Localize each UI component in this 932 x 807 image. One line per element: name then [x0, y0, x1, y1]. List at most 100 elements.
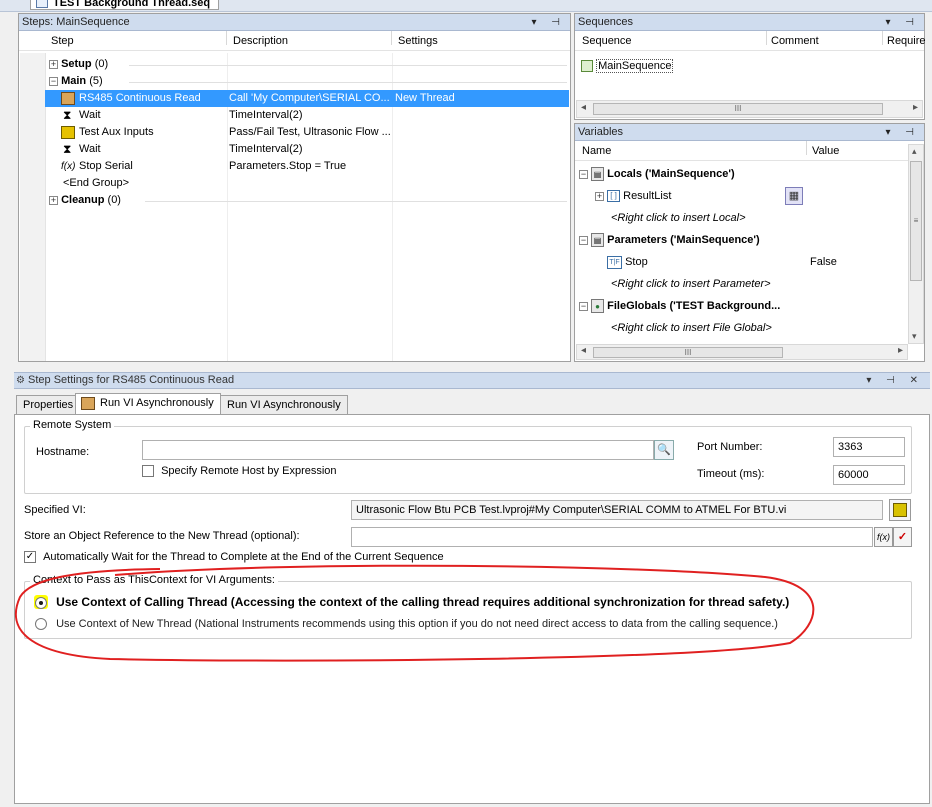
scroll-thumb[interactable]: III: [593, 347, 783, 358]
group-main[interactable]: − Main (5): [49, 73, 103, 90]
step-row[interactable]: ⧗ Wait TimeInterval(2): [45, 107, 569, 124]
column-requirements[interactable]: Require: [887, 31, 926, 51]
scroll-down-icon[interactable]: ▾: [912, 331, 917, 342]
parameters-node[interactable]: − ▤ Parameters ('MainSequence'): [579, 232, 760, 249]
store-reference-label: Store an Object Reference to the New Thr…: [24, 530, 300, 542]
step-row[interactable]: ⧗ Wait TimeInterval(2): [45, 141, 569, 158]
panel-menu-pin-icons[interactable]: ▾ ⊣: [885, 14, 920, 31]
context-calling-thread-radio[interactable]: Use Context of Calling Thread (Accessing…: [35, 595, 789, 610]
expression-browse-icon[interactable]: f(x): [874, 527, 893, 547]
scroll-up-icon[interactable]: ▴: [912, 146, 917, 157]
fileglobals-label: FileGlobals ('TEST Background...: [607, 300, 781, 312]
resultlist-node[interactable]: + [ ] ResultList: [595, 188, 671, 205]
vi-icon: [61, 92, 75, 105]
steps-column-header: Step Description Settings: [19, 31, 570, 51]
step-name: Stop Serial: [79, 160, 133, 172]
locals-icon: ▤: [591, 167, 605, 182]
calendar-icon[interactable]: ▦: [785, 187, 803, 205]
tab-properties[interactable]: Properties: [16, 395, 81, 415]
column-comment[interactable]: Comment: [771, 31, 819, 51]
panel-menu-pin-icons[interactable]: ▾ ⊣: [885, 124, 920, 141]
expand-icon[interactable]: +: [49, 195, 58, 205]
checkbox-checked[interactable]: ✓: [24, 551, 36, 564]
scroll-left-icon[interactable]: ◂: [581, 102, 586, 113]
column-step[interactable]: Step: [51, 31, 74, 51]
step-settings-title: Step Settings for RS485 Continuous Read: [28, 374, 235, 386]
group-count: (0): [94, 58, 109, 70]
group-setup[interactable]: + Setup (0): [49, 56, 108, 73]
hostname-label: Hostname:: [36, 446, 90, 458]
parameters-label: Parameters ('MainSequence'): [607, 234, 760, 246]
specified-vi-field[interactable]: Ultrasonic Flow Btu PCB Test.lvproj#My C…: [351, 500, 883, 520]
browse-vi-button[interactable]: [889, 499, 911, 521]
specified-vi-label: Specified VI:: [24, 504, 86, 516]
context-legend: Context to Pass as ThisContext for VI Ar…: [30, 574, 278, 586]
context-new-thread-radio[interactable]: Use Context of New Thread (National Inst…: [35, 618, 778, 631]
column-name[interactable]: Name: [582, 141, 611, 161]
browse-host-icon[interactable]: 🔍: [654, 440, 674, 460]
step-settings-header: ⚙ Step Settings for RS485 Continuous Rea…: [14, 372, 930, 389]
auto-wait-checkbox[interactable]: ✓ Automatically Wait for the Thread to C…: [24, 551, 444, 564]
fileglobals-node[interactable]: − ● FileGlobals ('TEST Background...: [579, 298, 780, 315]
step-row[interactable]: f(x) Stop Serial Parameters.Stop = True: [45, 158, 569, 175]
expand-icon[interactable]: +: [49, 59, 58, 69]
expand-icon[interactable]: +: [595, 191, 604, 201]
scroll-right-icon[interactable]: ▸: [913, 102, 918, 113]
scroll-left-icon[interactable]: ◂: [581, 345, 586, 356]
auto-wait-label: Automatically Wait for the Thread to Com…: [43, 551, 444, 563]
step-row[interactable]: RS485 Continuous Read Call 'My Computer\…: [45, 90, 569, 107]
check-expression-icon[interactable]: ✓: [893, 527, 912, 547]
timeout-input[interactable]: 60000: [833, 465, 905, 485]
hostname-input[interactable]: [142, 440, 654, 460]
panel-menu-pin-close-icons[interactable]: ▾ ⊣ ✕: [866, 373, 924, 388]
stop-value[interactable]: False: [810, 254, 837, 271]
collapse-icon[interactable]: −: [579, 235, 588, 245]
collapse-icon[interactable]: −: [579, 169, 588, 179]
hourglass-icon: ⧗: [63, 108, 72, 122]
sequence-item[interactable]: MainSequence: [581, 58, 674, 75]
port-number-input[interactable]: 3363: [833, 437, 905, 457]
specify-by-expression-checkbox[interactable]: Specify Remote Host by Expression: [142, 465, 337, 478]
settings-icon: ⚙: [16, 375, 25, 386]
column-settings[interactable]: Settings: [398, 31, 438, 51]
collapse-icon[interactable]: −: [49, 76, 58, 86]
column-description[interactable]: Description: [233, 31, 288, 51]
insert-parameter-hint[interactable]: <Right click to insert Parameter>: [611, 276, 771, 293]
locals-node[interactable]: − ▤ Locals ('MainSequence'): [579, 166, 735, 183]
variables-vscrollbar[interactable]: ▴ ≡ ▾: [908, 144, 924, 344]
radio-selected[interactable]: [35, 597, 47, 610]
step-row[interactable]: <End Group>: [45, 175, 569, 192]
remote-system-legend: Remote System: [30, 419, 115, 431]
panel-menu-pin-icons[interactable]: ▾ ⊣: [531, 14, 566, 31]
hourglass-icon: ⧗: [63, 142, 72, 156]
tab-run-vi-asynchronously-active[interactable]: Run VI Asynchronously: [75, 393, 221, 415]
variables-panel-header: Variables ▾ ⊣: [575, 124, 924, 141]
step-name: RS485 Continuous Read: [79, 92, 201, 104]
context-new-thread-label: Use Context of New Thread (National Inst…: [56, 618, 778, 630]
fileglobals-icon: ●: [591, 299, 605, 314]
expression-icon: f(x): [61, 161, 76, 172]
stop-parameter-row[interactable]: T|F Stop False: [607, 254, 917, 271]
scroll-thumb[interactable]: III: [593, 103, 883, 115]
steps-panel-header: Steps: MainSequence ▾ ⊣: [19, 14, 570, 31]
column-value[interactable]: Value: [812, 141, 839, 161]
step-name: Wait: [79, 109, 101, 121]
document-tab[interactable]: TEST Background Thread.seq: [30, 0, 220, 10]
step-row[interactable]: Test Aux Inputs Pass/Fail Test, Ultrason…: [45, 124, 569, 141]
column-sequence[interactable]: Sequence: [582, 31, 632, 51]
steps-panel-title: Steps: MainSequence: [22, 16, 130, 28]
checkbox-unchecked[interactable]: [142, 465, 154, 478]
insert-local-hint[interactable]: <Right click to insert Local>: [611, 210, 746, 227]
scroll-right-icon[interactable]: ▸: [898, 345, 903, 356]
scroll-thumb[interactable]: ≡: [910, 161, 922, 281]
tab-run-vi-asynchronously[interactable]: Run VI Asynchronously: [220, 395, 348, 415]
insert-fileglobal-hint[interactable]: <Right click to insert File Global>: [611, 320, 772, 337]
collapse-icon[interactable]: −: [579, 301, 588, 311]
group-cleanup[interactable]: + Cleanup (0): [49, 192, 121, 209]
radio-unselected[interactable]: [35, 618, 47, 631]
group-count: (0): [107, 194, 121, 206]
store-reference-input[interactable]: [351, 527, 873, 547]
steps-panel: Steps: MainSequence ▾ ⊣ Step Description…: [18, 13, 571, 362]
variables-hscrollbar[interactable]: ◂ III ▸: [576, 344, 908, 360]
sequences-hscrollbar[interactable]: ◂ III ▸: [576, 100, 923, 118]
